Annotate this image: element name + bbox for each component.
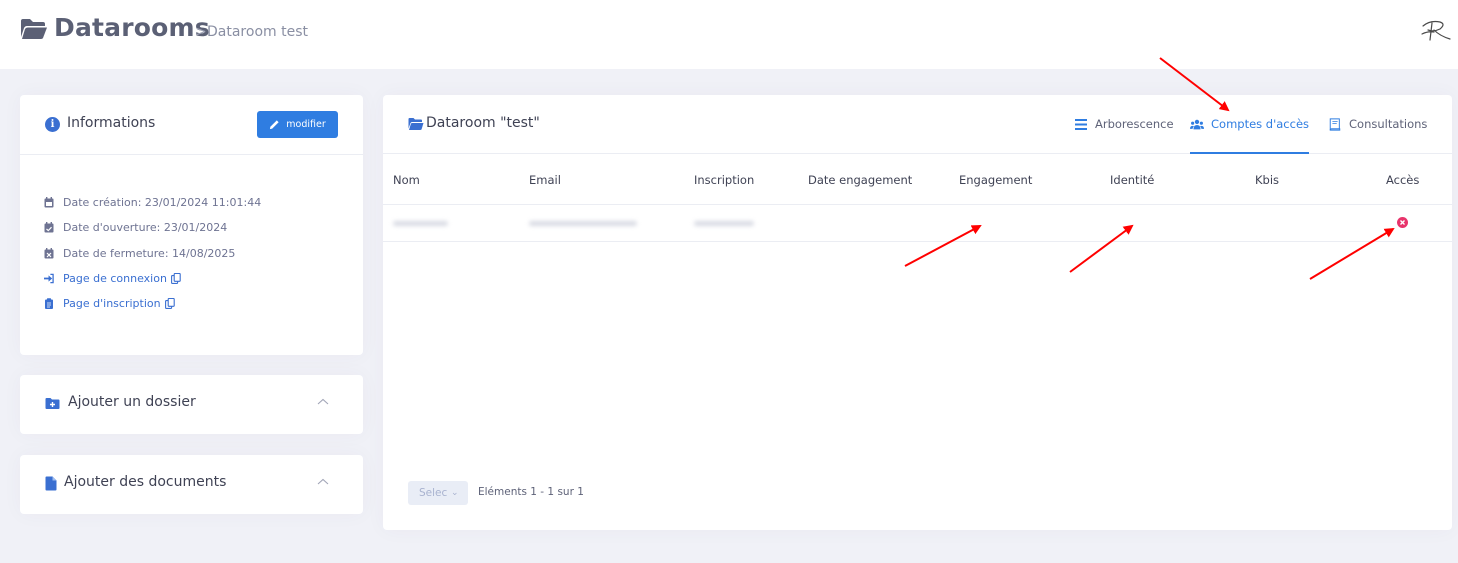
table-header: Nom Email Inscription Date engagement En… (383, 155, 1452, 205)
tab-label: Arborescence (1095, 117, 1174, 131)
modifier-button[interactable]: modifier (257, 111, 338, 138)
info-row-label: Date création: 23/01/2024 11:01:44 (63, 196, 262, 210)
page-connexion-link[interactable]: Page de connexion (44, 266, 261, 291)
dataroom-title: Dataroom "test" (426, 115, 540, 131)
page-title: Datarooms (54, 13, 210, 42)
page-inscription-link[interactable]: Page d'inscription (44, 291, 261, 316)
calendar-icon (44, 197, 54, 208)
add-documents-card[interactable]: Ajouter des documents (20, 455, 363, 514)
info-row-date-creation: Date création: 23/01/2024 11:01:44 (44, 190, 261, 215)
info-row-label: Date d'ouverture: 23/01/2024 (63, 221, 228, 235)
add-documents-title: Ajouter des documents (64, 474, 227, 490)
tab-label: Comptes d'accès (1211, 117, 1310, 131)
redacted-inscription (694, 221, 754, 226)
add-folder-card[interactable]: Ajouter un dossier (20, 375, 363, 434)
page-size-select-value: Selec (419, 487, 448, 499)
add-folder-title: Ajouter un dossier (68, 394, 196, 410)
info-icon: i (45, 117, 60, 132)
pagination-info: Eléments 1 - 1 sur 1 (478, 486, 584, 498)
informations-card-header: i Informations modifier (20, 95, 363, 155)
column-header-nom[interactable]: Nom (393, 173, 420, 187)
book-icon (1329, 117, 1341, 131)
column-header-acces[interactable]: Accès (1386, 173, 1419, 187)
breadcrumb-current: Dataroom test (207, 24, 308, 40)
folder-open-icon (408, 118, 424, 130)
chevron-up-icon[interactable] (317, 476, 329, 488)
list-icon (1075, 118, 1087, 130)
file-icon (45, 476, 57, 491)
pencil-icon (270, 120, 279, 130)
sign-in-icon (44, 273, 54, 284)
tab-comptes-acces[interactable]: Comptes d'accès (1190, 117, 1309, 131)
clipboard-icon (45, 298, 53, 310)
table-row[interactable] (383, 205, 1452, 242)
column-header-date-engagement[interactable]: Date engagement (808, 173, 912, 187)
page-connexion-label: Page de connexion (63, 272, 167, 286)
tab-arborescence[interactable]: Arborescence (1074, 117, 1174, 131)
informations-list: Date création: 23/01/2024 11:01:44 Date … (44, 190, 261, 316)
informations-card: i Informations modifier Date création: 2… (20, 95, 363, 355)
tab-label: Consultations (1349, 117, 1428, 131)
informations-title: Informations (67, 115, 156, 131)
column-header-identite[interactable]: Identité (1110, 173, 1154, 187)
modifier-button-label: modifier (286, 119, 326, 130)
dataroom-card: Dataroom "test" Arborescence Comptes d'a… (383, 95, 1452, 530)
calendar-x-icon (44, 247, 54, 259)
column-header-inscription[interactable]: Inscription (694, 173, 754, 187)
column-header-engagement[interactable]: Engagement (959, 173, 1032, 187)
tab-consultations[interactable]: Consultations (1328, 117, 1427, 131)
info-row-date-ouverture: Date d'ouverture: 23/01/2024 (44, 215, 261, 240)
active-tab-indicator (1190, 152, 1309, 154)
column-header-kbis[interactable]: Kbis (1255, 173, 1279, 187)
dataroom-card-header: Dataroom "test" Arborescence Comptes d'a… (383, 95, 1452, 154)
top-bar: Datarooms > Dataroom test (0, 0, 1458, 69)
access-denied-icon[interactable] (1397, 217, 1408, 228)
folder-open-icon (21, 19, 47, 39)
page-size-select[interactable]: Selec ⌄ (408, 481, 468, 505)
column-header-email[interactable]: Email (529, 173, 561, 187)
chevron-up-icon[interactable] (317, 396, 329, 408)
chevron-down-icon: ⌄ (451, 488, 459, 498)
info-row-date-fermeture: Date de fermeture: 14/08/2025 (44, 241, 261, 266)
page-inscription-label: Page d'inscription (63, 297, 161, 311)
breadcrumb-separator: > (195, 24, 207, 40)
copy-icon[interactable] (164, 298, 175, 310)
redacted-email (529, 221, 637, 226)
brand-logo[interactable] (1420, 18, 1452, 44)
copy-icon[interactable] (170, 273, 181, 284)
redacted-nom (393, 221, 448, 226)
users-icon (1190, 119, 1204, 129)
folder-plus-icon (45, 398, 60, 409)
calendar-check-icon (44, 222, 54, 233)
info-row-label: Date de fermeture: 14/08/2025 (63, 246, 236, 260)
